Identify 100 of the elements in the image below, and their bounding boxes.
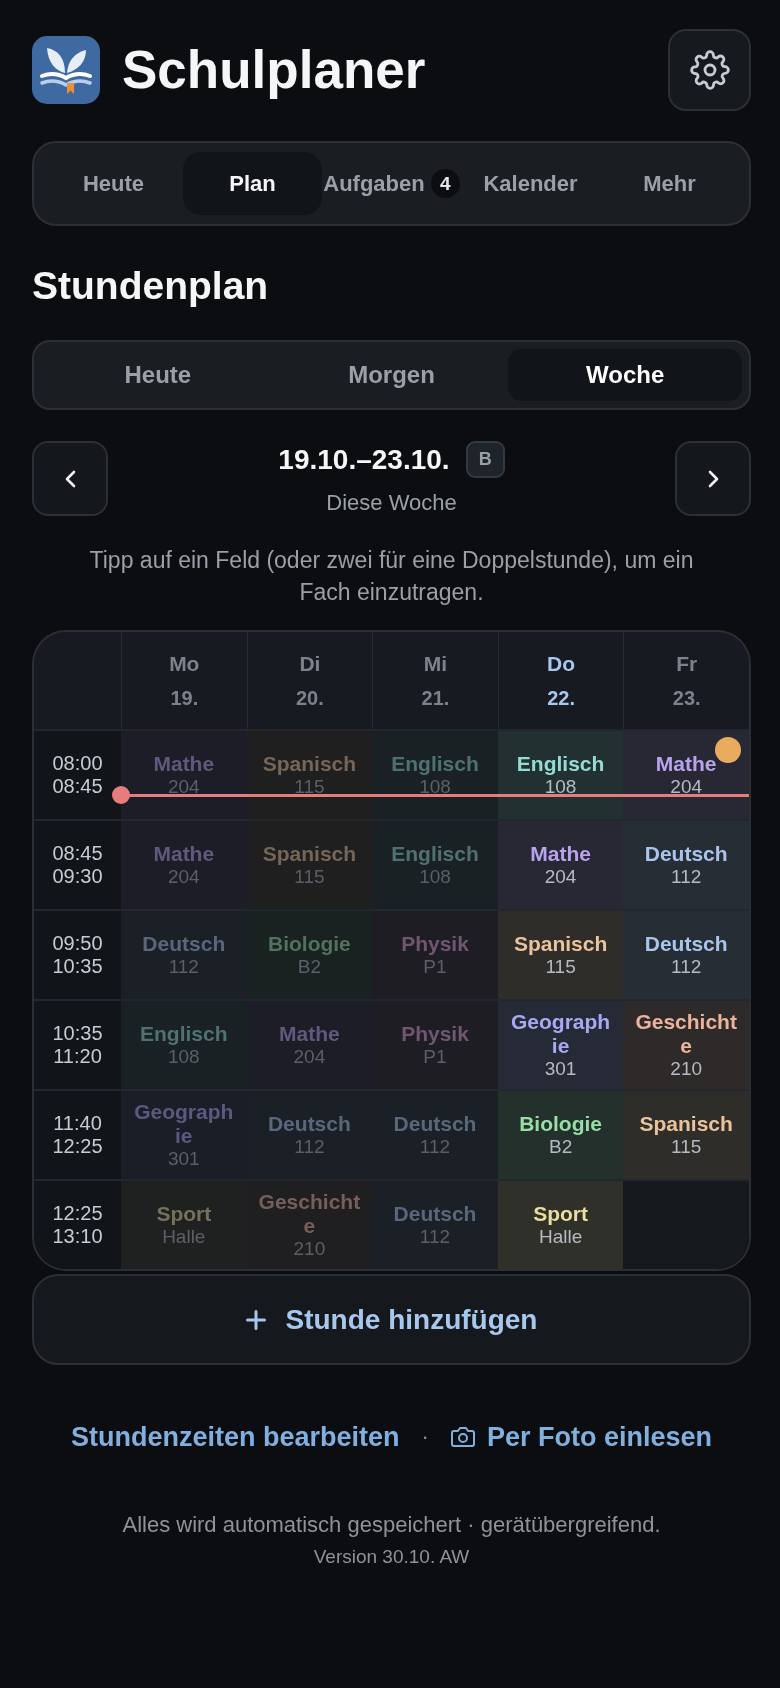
settings-icon: [689, 50, 730, 90]
date-label: 23.: [672, 685, 701, 710]
room-label: 112: [671, 956, 702, 978]
subject-name: Deutsch: [393, 1112, 477, 1136]
end-time: 08:45: [52, 775, 103, 798]
subject-name: Geographie: [133, 1100, 235, 1148]
room-label: 115: [294, 866, 325, 888]
room-label: 204: [167, 866, 200, 888]
room-label: 108: [544, 776, 577, 798]
date-label: 19.: [170, 685, 199, 710]
room-label: 112: [419, 1226, 451, 1248]
subject-name: Deutsch: [644, 932, 728, 956]
subject-name: Sport: [533, 1202, 588, 1226]
nav-tab[interactable]: Mehr: [600, 152, 739, 215]
subject-name: Geographie: [510, 1010, 612, 1058]
start-time: 12:25: [52, 1202, 103, 1225]
lesson-cell[interactable]: Sport Halle: [121, 1181, 247, 1269]
lesson-cell[interactable]: Englisch 108: [497, 731, 624, 819]
end-time: 13:10: [52, 1225, 103, 1248]
subject-name: Deutsch: [142, 932, 226, 956]
lesson-cell[interactable]: Deutsch 112: [623, 821, 749, 909]
chevron-left-icon: [64, 469, 76, 488]
subject-name: Biologie: [267, 932, 351, 956]
end-time: 12:25: [52, 1135, 103, 1158]
room-label: 301: [167, 1148, 200, 1170]
plus-icon: [245, 1309, 266, 1330]
room-label: 204: [670, 776, 703, 798]
end-time: 11:20: [53, 1045, 102, 1068]
section-title: Stundenplan: [32, 263, 270, 309]
subject-name: Physik: [401, 1022, 469, 1046]
room-label: 108: [419, 776, 451, 798]
edit-times-link[interactable]: Stundenzeiten bearbeiten: [71, 1420, 400, 1454]
start-time: 11:40: [53, 1112, 102, 1135]
subject-name: Geschichte: [257, 1190, 362, 1238]
lesson-cell[interactable]: Biologie B2: [497, 1091, 624, 1179]
lesson-cell[interactable]: Spanisch 115: [497, 911, 624, 999]
room-label: 210: [293, 1238, 326, 1260]
nav-tab[interactable]: Heute: [44, 152, 183, 215]
subject-name: Mathe: [655, 752, 717, 776]
room-label: Halle: [538, 1226, 583, 1248]
room-label: 115: [294, 776, 325, 798]
photo-import-link[interactable]: Per Foto einlesen: [450, 1420, 712, 1454]
lesson-cell[interactable]: Spanisch 115: [623, 1091, 749, 1179]
start-time: 08:00: [52, 752, 103, 775]
camera-icon: [450, 1426, 475, 1448]
lesson-cell[interactable]: Deutsch 112: [623, 911, 749, 999]
subject-name: Englisch: [391, 842, 479, 866]
room-label: 204: [167, 776, 200, 798]
room-label: 112: [419, 1136, 451, 1158]
weekday-label: Fr: [676, 651, 698, 676]
settings-button[interactable]: [668, 29, 751, 111]
subject-name: Mathe: [530, 842, 591, 866]
app-title: Schulplaner: [122, 40, 426, 100]
lesson-cell[interactable]: Mathe 204: [623, 731, 749, 819]
subject-name: Englisch: [391, 752, 479, 776]
end-time: 09:30: [52, 865, 103, 888]
nav-tab[interactable]: Kalender: [461, 152, 600, 215]
subject-name: Geschichte: [634, 1010, 738, 1058]
autosave-note: Alles wird automatisch gespeichert · gerätübergreifend.: [122, 1511, 661, 1539]
room-label: 301: [544, 1058, 577, 1080]
subject-name: Deutsch: [393, 1202, 477, 1226]
week-range: 19.10.–23.10.: [278, 442, 450, 477]
subject-name: Spanisch: [262, 752, 357, 776]
view-tab[interactable]: Heute: [41, 349, 275, 401]
lesson-cell[interactable]: Mathe 204: [497, 821, 624, 909]
date-label: 20.: [296, 685, 324, 710]
room-label: 108: [419, 866, 451, 888]
subject-name: Sport: [156, 1202, 212, 1226]
lesson-cell[interactable]: Geographie 301: [497, 1001, 624, 1089]
nav-tab[interactable]: Plan: [183, 152, 322, 215]
subject-name: Spanisch: [639, 1112, 733, 1136]
weekday-label: Do: [547, 651, 576, 676]
add-lesson-button[interactable]: Stunde hinzufügen: [32, 1274, 751, 1365]
start-time: 08:45: [52, 842, 103, 865]
subject-name: Englisch: [140, 1022, 228, 1046]
start-time: 10:35: [52, 1022, 103, 1045]
room-label: Halle: [162, 1226, 206, 1248]
end-time: 10:35: [52, 955, 103, 978]
subject-name: Physik: [401, 932, 469, 956]
chevron-right-icon: [707, 469, 719, 488]
weekday-label: Mo: [169, 651, 200, 676]
next-week-button[interactable]: [675, 441, 751, 516]
lesson-cell[interactable]: Geschichte 210: [623, 1001, 749, 1089]
room-label: B2: [548, 1136, 573, 1158]
week-caption: Diese Woche: [326, 490, 457, 516]
nav-tab[interactable]: Aufgaben 4: [322, 152, 461, 215]
date-label: 22.: [547, 685, 575, 710]
subject-name: Deutsch: [644, 842, 728, 866]
room-label: 112: [671, 866, 702, 888]
view-tab[interactable]: Morgen: [274, 349, 509, 401]
subject-name: Spanisch: [513, 932, 608, 956]
count-badge: 4: [430, 169, 460, 198]
book-sprout-icon: [32, 36, 100, 104]
room-label: 115: [671, 1136, 702, 1158]
view-tab[interactable]: Woche: [508, 349, 742, 401]
previous-week-button[interactable]: [32, 441, 108, 516]
weekday-label: Mi: [423, 651, 448, 676]
lesson-cell[interactable]: Sport Halle: [497, 1181, 624, 1269]
week-type-badge: B: [465, 441, 505, 478]
room-label: 115: [545, 956, 576, 978]
